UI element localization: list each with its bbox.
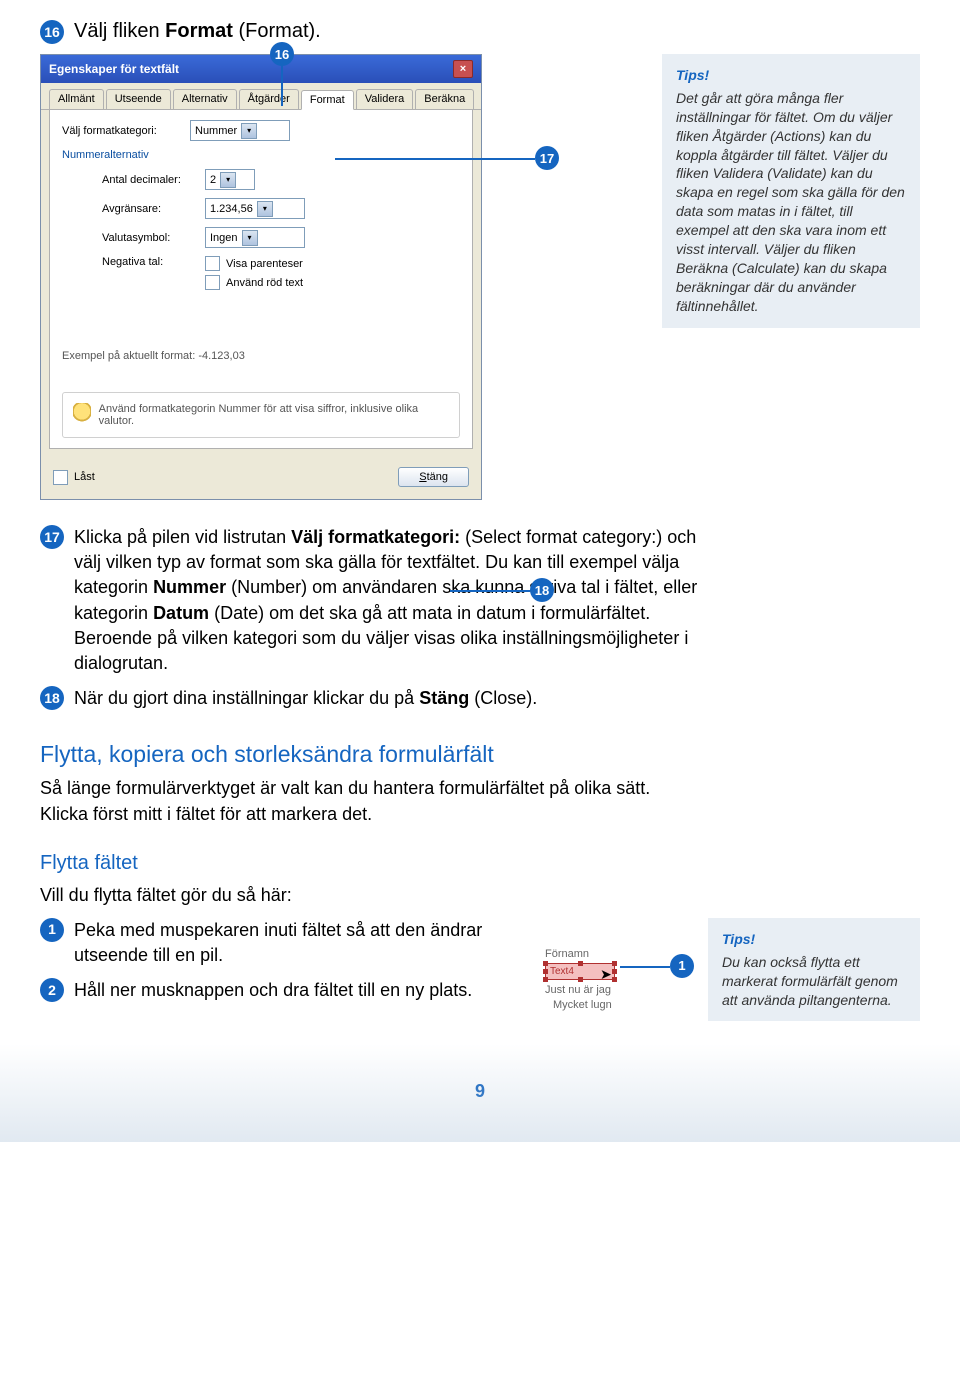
pointer-icon: ➤ (600, 966, 612, 983)
label-decimals: Antal decimaler: (102, 174, 197, 186)
chevron-down-icon: ▾ (257, 201, 273, 217)
select-currency[interactable]: Ingen ▾ (205, 227, 305, 248)
step-1: 1 Peka med muspekaren inuti fältet så at… (40, 918, 520, 968)
step-2-text: Håll ner musknappen och dra fältet till … (74, 978, 520, 1003)
t: Nummer (153, 577, 226, 597)
chevron-down-icon: ▾ (241, 123, 257, 139)
tips-box-1: Tips! Det går att göra många fler instäl… (662, 54, 920, 328)
hint-box: Använd formatkategorin Nummer för att vi… (62, 392, 460, 438)
tab-strip: Allmänt Utseende Alternativ Åtgärder For… (41, 83, 481, 110)
tips-box-2: Tips! Du kan också flytta ett markerat f… (708, 918, 920, 1022)
checkbox-label: Låst (74, 471, 95, 483)
dialog-textfield-properties: Egenskaper för textfält × Allmänt Utseen… (40, 54, 482, 500)
heading-body: Så länge formulärverktyget är valt kan d… (40, 776, 690, 826)
t: Stäng (419, 688, 469, 708)
dialog-body: Välj formatkategori: Nummer ▾ Nummeralte… (49, 110, 473, 449)
heading-move-field: Flytta fältet (40, 852, 920, 875)
step-2: 2 Håll ner musknappen och dra fältet til… (40, 978, 520, 1003)
callout-16: 16 (270, 42, 294, 66)
example-current-format: Exempel på aktuellt format: -4.123,03 (62, 350, 460, 362)
tab-format[interactable]: Format (301, 90, 354, 110)
checkbox-red-text[interactable] (205, 275, 220, 290)
bullet-1: 1 (40, 918, 64, 942)
tab-alternativ[interactable]: Alternativ (173, 89, 237, 109)
t: Text4 (550, 966, 574, 977)
label-currency: Valutasymbol: (102, 232, 197, 244)
preview-label-2: Just nu är jag (545, 984, 683, 996)
t: Välj fliken (74, 20, 165, 42)
tips-body: Du kan också flytta ett markerat formulä… (722, 953, 906, 1010)
select-value: Nummer (195, 125, 237, 137)
step-18-text: När du gjort dina inställningar klickar … (74, 686, 724, 711)
btn-rest: täng (427, 471, 448, 483)
t: Välj formatkategori: (291, 527, 460, 547)
close-icon[interactable]: × (453, 60, 473, 78)
step-1-text: Peka med muspekaren inuti fältet så att … (74, 918, 520, 968)
bullet-17: 17 (40, 525, 64, 549)
label-negative: Negativa tal: (102, 256, 197, 268)
t: (Close). (469, 688, 537, 708)
field-preview: Förnamn Text4 ➤ Just nu är jag Mycket lu… (545, 918, 683, 1014)
t: (Format). (233, 20, 321, 42)
chevron-down-icon: ▾ (220, 172, 236, 188)
tips-body: Det går att göra många fler inställninga… (676, 89, 906, 316)
select-value: 1.234,56 (210, 203, 253, 215)
callout-line-move1 (620, 966, 670, 968)
select-separator[interactable]: 1.234,56 ▾ (205, 198, 305, 219)
callout-move-1: 1 (670, 954, 694, 978)
close-button[interactable]: Stäng (398, 467, 469, 487)
tab-berakna[interactable]: Beräkna (415, 89, 474, 109)
callout-18: 18 (530, 578, 554, 602)
checkbox-label: Visa parenteser (226, 258, 303, 270)
dialog-title-text: Egenskaper för textfält (49, 62, 179, 76)
bullet-2: 2 (40, 978, 64, 1002)
chevron-down-icon: ▾ (242, 230, 258, 246)
select-value: Ingen (210, 232, 238, 244)
t: Datum (153, 603, 209, 623)
checkbox-locked[interactable] (53, 470, 68, 485)
select-format-category[interactable]: Nummer ▾ (190, 120, 290, 141)
checkbox-label: Använd röd text (226, 277, 303, 289)
label-format-category: Välj formatkategori: (62, 125, 182, 137)
callout-17: 17 (535, 146, 559, 170)
move-intro: Vill du flytta fältet gör du så här: (40, 883, 690, 908)
checkbox-parentheses[interactable] (205, 256, 220, 271)
bullet-16: 16 (40, 20, 64, 44)
spinner-value: 2 (210, 174, 216, 186)
callout-line-18 (450, 590, 530, 592)
t: Format (165, 20, 233, 42)
label-separator: Avgränsare: (102, 203, 197, 215)
step-17-text: Klicka på pilen vid listrutan Välj forma… (74, 525, 724, 676)
tips-title: Tips! (722, 930, 906, 949)
hint-text: Använd formatkategorin Nummer för att vi… (99, 403, 449, 427)
tab-validera[interactable]: Validera (356, 89, 414, 109)
bullet-18: 18 (40, 686, 64, 710)
tab-utseende[interactable]: Utseende (106, 89, 171, 109)
dialog-footer: Låst Stäng (41, 457, 481, 499)
t: När du gjort dina inställningar klickar … (74, 688, 419, 708)
step-18: 18 När du gjort dina inställningar klick… (40, 686, 920, 711)
lightbulb-icon (73, 403, 91, 427)
callout-line-17 (335, 158, 535, 160)
tab-atgarder[interactable]: Åtgärder (239, 89, 299, 109)
step-16: 16 Välj fliken Format (Format). (40, 20, 920, 44)
callout-line-16 (281, 66, 283, 106)
dialog-titlebar: Egenskaper för textfält × (41, 55, 481, 83)
step-16-text: Välj fliken Format (Format). (74, 20, 920, 43)
heading-move-copy-resize: Flytta, kopiera och storleksändra formul… (40, 741, 920, 768)
step-17: 17 Klicka på pilen vid listrutan Välj fo… (40, 525, 920, 676)
spinner-decimals[interactable]: 2 ▾ (205, 169, 255, 190)
tab-allmant[interactable]: Allmänt (49, 89, 104, 109)
tips-title: Tips! (676, 66, 906, 85)
t: Klicka på pilen vid listrutan (74, 527, 291, 547)
page-number: 9 (40, 1081, 920, 1102)
preview-label-3: Mycket lugn (553, 999, 683, 1011)
preview-label-fornamn: Förnamn (545, 948, 683, 960)
